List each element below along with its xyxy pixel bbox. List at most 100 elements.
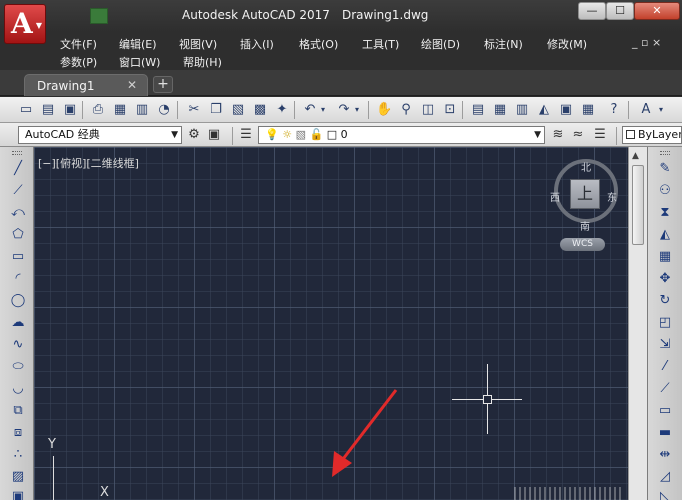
document-window-controls[interactable]: _ ▫ × [632, 36, 661, 49]
ellipse-icon[interactable]: ⬭ [9, 358, 27, 376]
layer-select[interactable]: 💡 ☼ ▧ 🔓 □ 0 ▼ [258, 126, 545, 144]
cut-icon[interactable]: ✂ [186, 102, 202, 118]
join-icon[interactable]: ▬ [656, 424, 674, 442]
design-center-icon[interactable]: ▦ [492, 102, 508, 118]
hatch-icon[interactable]: ▨ [9, 468, 27, 486]
open-file-icon[interactable]: ▤ [40, 102, 56, 118]
block-editor-icon[interactable]: ✦ [274, 102, 290, 118]
explode-icon[interactable]: ◺ [656, 488, 674, 500]
pan-icon[interactable]: ✋ [376, 102, 392, 118]
quick-access-icon[interactable] [90, 8, 108, 24]
menu-insert[interactable]: 插入(I) [240, 36, 274, 52]
menu-view[interactable]: 视图(V) [179, 36, 217, 52]
spline-icon[interactable]: ∿ [9, 336, 27, 354]
line-icon[interactable]: ╱ [9, 160, 27, 178]
polygon-icon[interactable]: ⬠ [9, 226, 27, 244]
toolbar-grip-handle[interactable] [660, 151, 670, 155]
insert-block-icon[interactable]: ⧉ [9, 402, 27, 420]
print-icon[interactable]: ⎙ [90, 102, 106, 118]
make-current-layer-icon[interactable]: ≋ [550, 127, 566, 143]
make-block-icon[interactable]: ⧈ [9, 424, 27, 442]
print-preview-icon[interactable]: ▦ [112, 102, 128, 118]
arc-icon[interactable]: ◜ [9, 270, 27, 288]
text-style-icon[interactable]: A [638, 102, 654, 118]
markup-icon[interactable]: ▣ [558, 102, 574, 118]
menu-file[interactable]: 文件(F) [60, 36, 97, 52]
3d-print-icon[interactable]: ◔ [156, 102, 172, 118]
workspace-settings-icon[interactable]: ▣ [206, 127, 222, 143]
menu-tools[interactable]: 工具(T) [362, 36, 399, 52]
undo-dropdown-icon[interactable]: ▾ [318, 102, 328, 118]
workspace-select[interactable]: AutoCAD 经典 ▼ [18, 126, 182, 144]
circle-icon[interactable]: ◯ [9, 292, 27, 310]
copy-icon[interactable]: ❐ [208, 102, 224, 118]
tool-palettes-icon[interactable]: ▥ [514, 102, 530, 118]
menu-parametric[interactable]: 参数(P) [60, 54, 97, 70]
save-icon[interactable]: ▣ [62, 102, 78, 118]
new-file-icon[interactable]: ▭ [18, 102, 34, 118]
layer-properties-icon[interactable]: ☰ [238, 127, 254, 143]
rectangle-icon[interactable]: ▭ [9, 248, 27, 266]
compass-north[interactable]: 北 [581, 159, 591, 174]
application-menu-button[interactable]: A ▼ [4, 4, 46, 44]
maximize-button[interactable]: ☐ [606, 2, 634, 20]
chamfer-icon[interactable]: ⇹ [656, 446, 674, 464]
erase-icon[interactable]: ✎ [656, 160, 674, 178]
calculator-icon[interactable]: ▦ [580, 102, 596, 118]
layer-states-icon[interactable]: ☰ [592, 127, 608, 143]
scroll-up-icon[interactable]: ▲ [632, 151, 639, 161]
compass-south[interactable]: 南 [580, 218, 590, 233]
compass-east[interactable]: 东 [607, 189, 617, 204]
toolbar-grip-handle[interactable] [12, 151, 22, 155]
zoom-realtime-icon[interactable]: ⚲ [398, 102, 414, 118]
color-control-select[interactable]: ByLayer [622, 126, 682, 144]
gear-icon[interactable]: ⚙ [186, 127, 202, 143]
redo-icon[interactable]: ↷ [336, 102, 352, 118]
sheet-set-icon[interactable]: ◭ [536, 102, 552, 118]
help-icon[interactable]: ? [606, 102, 622, 118]
gradient-icon[interactable]: ▣ [9, 488, 27, 500]
drawing-canvas[interactable]: [−][俯视][二维线框] 上 北 南 东 西 WCS Y X [34, 147, 628, 500]
viewport-controls-label[interactable]: [−][俯视][二维线框] [38, 155, 139, 171]
vertical-scrollbar[interactable]: ▲ [628, 147, 647, 500]
publish-icon[interactable]: ▥ [134, 102, 150, 118]
copy-object-icon[interactable]: ⚇ [656, 182, 674, 200]
offset-icon[interactable]: ◭ [656, 226, 674, 244]
mirror-icon[interactable]: ⧗ [656, 204, 674, 222]
new-tab-button[interactable]: + [153, 76, 173, 93]
stretch-icon[interactable]: ⇲ [656, 336, 674, 354]
move-icon[interactable]: ✥ [656, 270, 674, 288]
extend-icon[interactable]: ⟋ [656, 380, 674, 398]
properties-icon[interactable]: ▤ [470, 102, 486, 118]
compass-west[interactable]: 西 [550, 189, 560, 204]
viewcube-top-face[interactable]: 上 [570, 179, 600, 209]
wcs-menu-button[interactable]: WCS [560, 238, 605, 251]
text-style-dropdown-icon[interactable]: ▾ [656, 102, 666, 118]
scrollbar-thumb[interactable] [632, 165, 644, 245]
menu-format[interactable]: 格式(O) [299, 36, 338, 52]
tab-close-icon[interactable]: ✕ [127, 78, 137, 92]
menu-dimension[interactable]: 标注(N) [484, 36, 523, 52]
trim-icon[interactable]: ⁄ [656, 358, 674, 376]
fillet-icon[interactable]: ◿ [656, 468, 674, 486]
match-properties-icon[interactable]: ▩ [252, 102, 268, 118]
redo-dropdown-icon[interactable]: ▾ [352, 102, 362, 118]
break-icon[interactable]: ▭ [656, 402, 674, 420]
point-icon[interactable]: ∴ [9, 446, 27, 464]
ellipse-arc-icon[interactable]: ◡ [9, 380, 27, 398]
zoom-previous-icon[interactable]: ⊡ [442, 102, 458, 118]
paste-icon[interactable]: ▧ [230, 102, 246, 118]
undo-icon[interactable]: ↶ [302, 102, 318, 118]
revision-cloud-icon[interactable]: ☁ [9, 314, 27, 332]
tab-drawing1[interactable]: Drawing1 ✕ [24, 74, 148, 96]
menu-modify[interactable]: 修改(M) [547, 36, 587, 52]
array-icon[interactable]: ▦ [656, 248, 674, 266]
close-button[interactable]: ✕ [634, 2, 680, 20]
layer-previous-icon[interactable]: ≈ [570, 127, 586, 143]
construction-line-icon[interactable]: ⟋ [9, 182, 27, 200]
menu-edit[interactable]: 编辑(E) [119, 36, 157, 52]
zoom-window-icon[interactable]: ◫ [420, 102, 436, 118]
minimize-button[interactable]: — [578, 2, 606, 20]
menu-help[interactable]: 帮助(H) [183, 54, 222, 70]
polyline-icon[interactable]: ⤺ [9, 204, 27, 222]
